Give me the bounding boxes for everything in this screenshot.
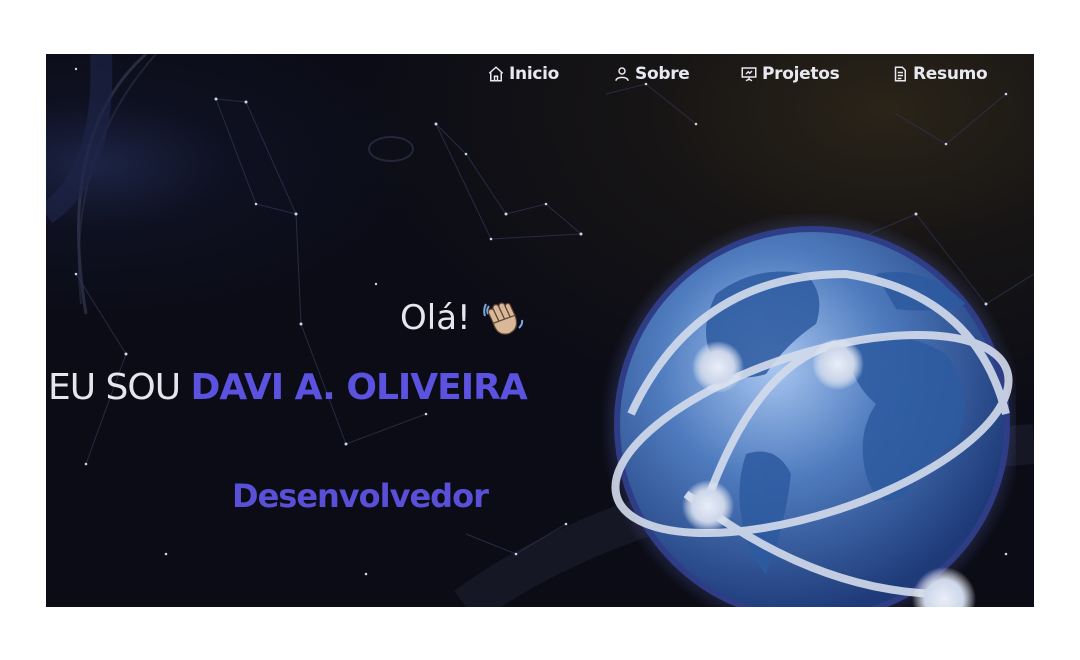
greeting: Olá! (400, 298, 525, 338)
role-title: Desenvolvedor (232, 477, 489, 515)
globe-illustration (600, 214, 1016, 607)
nav-item-projetos[interactable]: Projetos (740, 64, 840, 84)
hero-section: Inicio Sobre Projetos Resumo Olá! EU SOU… (46, 54, 1034, 607)
user-icon (615, 67, 629, 81)
main-nav: Inicio Sobre Projetos Resumo (46, 64, 1034, 88)
nav-item-inicio[interactable]: Inicio (487, 64, 559, 84)
nav-item-resumo[interactable]: Resumo (891, 64, 988, 84)
nav-item-sobre[interactable]: Sobre (613, 64, 690, 84)
headline: EU SOU DAVI A. OLIVEIRA (48, 367, 528, 408)
nav-item-label: Inicio (509, 64, 560, 84)
greeting-text: Olá! (400, 298, 471, 338)
document-icon (894, 66, 906, 82)
nav-item-label: Projetos (762, 64, 840, 84)
presentation-icon (741, 67, 757, 82)
headline-prefix: EU SOU (48, 367, 181, 408)
headline-name: DAVI A. OLIVEIRA (190, 367, 528, 408)
nav-item-label: Resumo (913, 64, 988, 84)
home-icon (488, 66, 504, 82)
nav-item-label: Sobre (635, 64, 690, 84)
waving-hand-icon (482, 302, 523, 335)
